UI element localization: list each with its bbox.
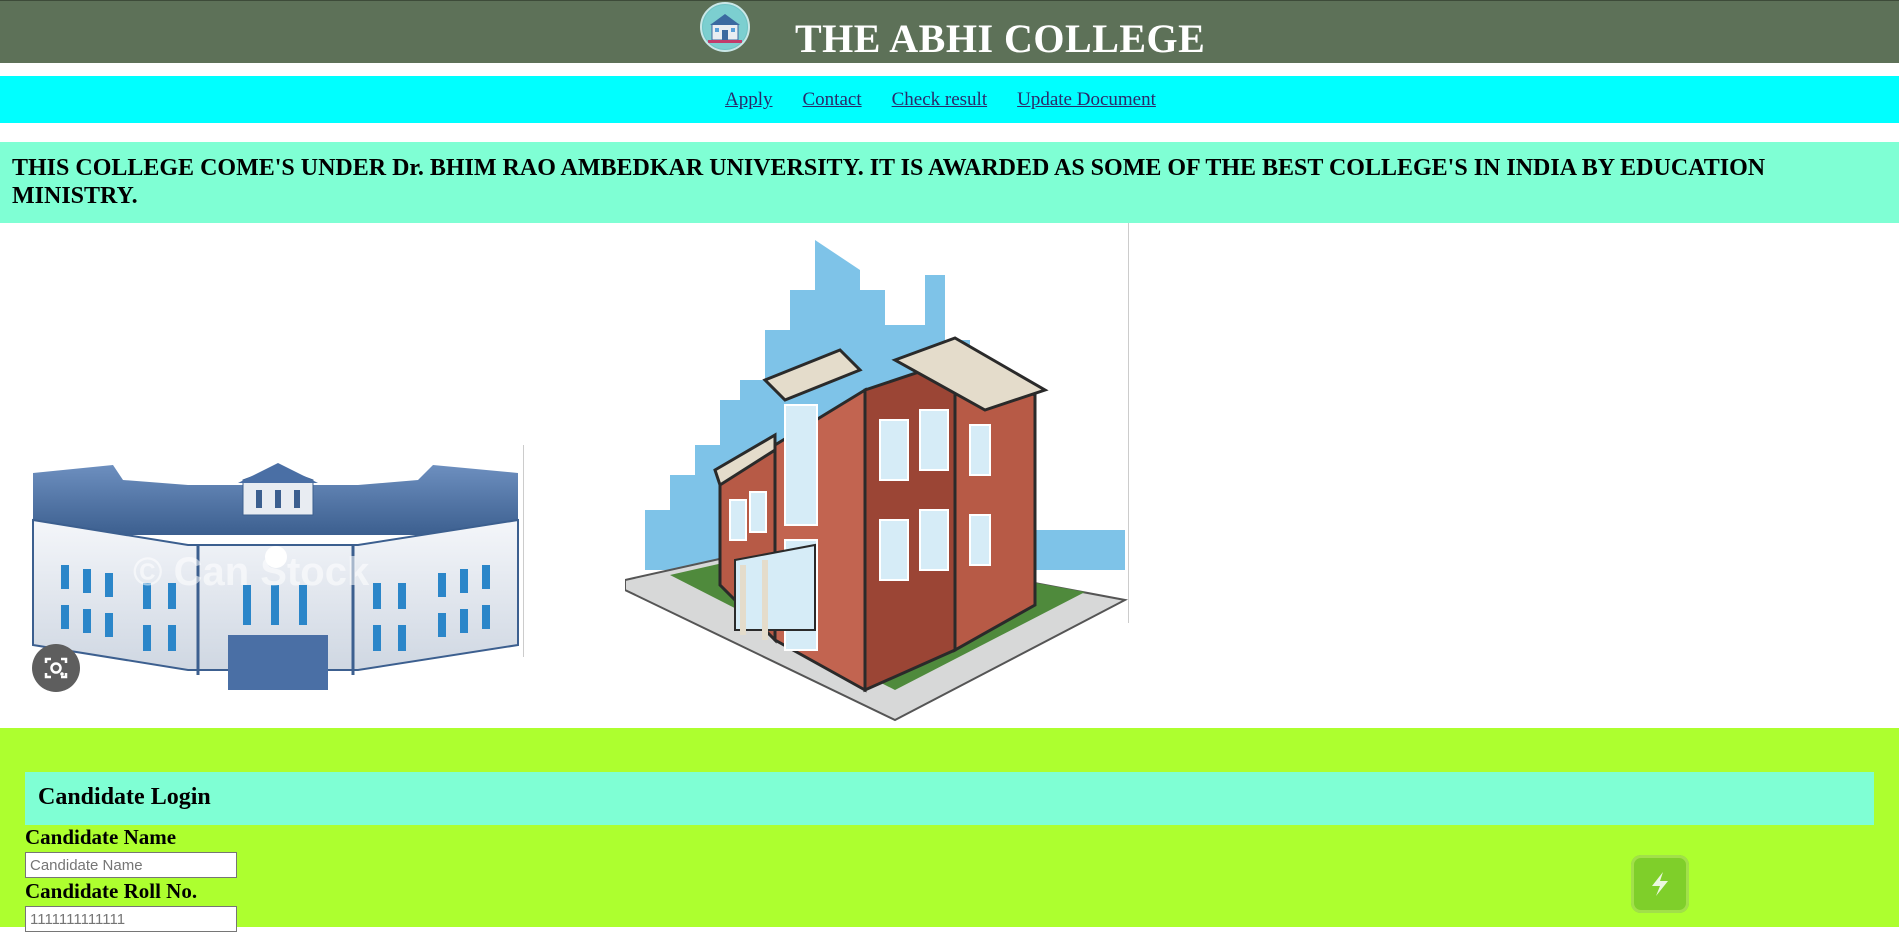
candidate-name-input[interactable] [25, 852, 237, 878]
visual-search-button[interactable] [32, 644, 80, 692]
nav-link-contact[interactable]: Contact [803, 89, 862, 111]
image-divider [523, 445, 524, 657]
image-divider-right [1128, 223, 1129, 623]
candidate-roll-input[interactable] [25, 906, 237, 932]
login-heading: Candidate Login [38, 784, 211, 810]
login-heading-bar: Candidate Login [25, 772, 1874, 825]
banner-text: THIS COLLEGE COME'S UNDER Dr. BHIM RAO A… [12, 155, 1766, 209]
college-image-center [624, 230, 1130, 725]
canstock-watermark: © Can Stock [133, 550, 370, 594]
nav-link-update-document[interactable]: Update Document [1017, 89, 1156, 111]
site-header: THE ABHI COLLEGE [0, 0, 1899, 63]
college-image-left: © Can Stock [28, 445, 524, 695]
lens-icon [44, 657, 68, 679]
college-building-logo-icon [700, 2, 750, 52]
nav-link-apply[interactable]: Apply [725, 89, 773, 111]
info-banner: THIS COLLEGE COME'S UNDER Dr. BHIM RAO A… [0, 142, 1899, 223]
bolt-icon [1652, 872, 1668, 896]
nav-link-check-result[interactable]: Check result [892, 89, 988, 111]
site-title: THE ABHI COLLEGE [795, 16, 1206, 61]
floating-action-button[interactable] [1631, 855, 1689, 913]
candidate-login-section: Candidate Login Candidate Name Candidate… [0, 728, 1899, 932]
main-nav: Apply Contact Check result Update Docume… [0, 76, 1899, 123]
candidate-roll-label: Candidate Roll No. [25, 879, 198, 903]
candidate-name-label: Candidate Name [25, 825, 177, 849]
